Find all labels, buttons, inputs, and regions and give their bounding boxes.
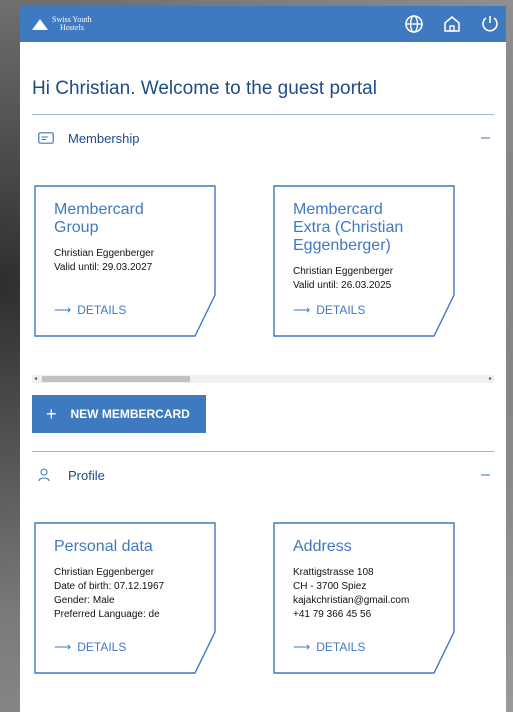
profile-label: Profile: [68, 467, 105, 483]
home-icon[interactable]: [442, 14, 462, 34]
address-card[interactable]: Address Krattigstrasse 108 CH - 3700 Spi…: [273, 522, 455, 674]
scroll-left-icon[interactable]: ◂: [34, 375, 37, 382]
card-line: +41 79 366 45 56: [293, 609, 372, 620]
membership-cards: Membercard Group Christian Eggenberger V…: [20, 185, 506, 345]
guest-portal-screen: Swiss Youth Hostels Hi Christian. Welcom…: [20, 6, 506, 712]
scrollbar-thumb[interactable]: [42, 376, 190, 382]
page-title: Hi Christian. Welcome to the guest porta…: [32, 78, 377, 99]
membercard-extra[interactable]: Membercard Extra (Christian Eggenberger)…: [273, 185, 455, 337]
horizontal-scrollbar[interactable]: ◂ ▸: [32, 375, 494, 383]
card-validity: Valid until: 29.03.2027: [54, 262, 153, 273]
card-line: Christian Eggenberger: [54, 567, 155, 578]
personal-data-card[interactable]: Personal data Christian Eggenberger Date…: [34, 522, 216, 674]
collapse-membership-button[interactable]: –: [481, 129, 494, 147]
details-link[interactable]: ⟶ DETAILS: [293, 640, 365, 654]
card-line: Gender: Male: [54, 595, 115, 606]
power-icon[interactable]: [480, 14, 500, 34]
card-line: CH - 3700 Spiez: [293, 581, 367, 592]
card-line: Date of birth: 07.12.1967: [54, 581, 165, 592]
card-validity: Valid until: 26.03.2025: [293, 280, 392, 291]
globe-icon[interactable]: [404, 14, 424, 34]
card-line: Preferred Language: de: [54, 609, 160, 620]
collapse-profile-button[interactable]: –: [481, 466, 494, 484]
card-title: Membercard Group: [54, 201, 144, 236]
membercard-group[interactable]: Membercard Group Christian Eggenberger V…: [34, 185, 216, 337]
card-line: Krattigstrasse 108: [293, 567, 374, 578]
details-link[interactable]: ⟶ DETAILS: [54, 640, 126, 654]
profile-cards: Personal data Christian Eggenberger Date…: [20, 522, 506, 682]
card-holder: Christian Eggenberger: [293, 266, 394, 277]
details-link[interactable]: ⟶ DETAILS: [293, 303, 365, 317]
arrow-right-icon: ⟶: [54, 303, 72, 317]
top-bar: Swiss Youth Hostels: [20, 6, 506, 42]
details-link[interactable]: ⟶ DETAILS: [54, 303, 126, 317]
arrow-right-icon: ⟶: [293, 303, 311, 317]
card-title: Membercard Extra (Christian Eggenberger): [293, 201, 404, 254]
person-icon: [38, 468, 54, 482]
arrow-right-icon: ⟶: [54, 640, 72, 654]
profile-section-header[interactable]: Profile –: [20, 452, 506, 484]
logo-line-2: Hostels: [60, 23, 84, 32]
membership-section-header[interactable]: Membership –: [20, 115, 506, 147]
membership-label: Membership: [68, 130, 140, 146]
card-icon: [38, 132, 54, 144]
logo[interactable]: Swiss Youth Hostels: [32, 16, 92, 32]
logo-mark-icon: [32, 18, 48, 30]
card-title: Address: [293, 538, 352, 555]
card-holder: Christian Eggenberger: [54, 248, 155, 259]
plus-icon: +: [46, 403, 57, 424]
scroll-right-icon[interactable]: ▸: [489, 375, 492, 382]
arrow-right-icon: ⟶: [293, 640, 311, 654]
card-title: Personal data: [54, 538, 153, 555]
new-membercard-button[interactable]: + NEW MEMBERCARD: [32, 395, 206, 433]
card-line: kajakchristian@gmail.com: [293, 595, 410, 606]
